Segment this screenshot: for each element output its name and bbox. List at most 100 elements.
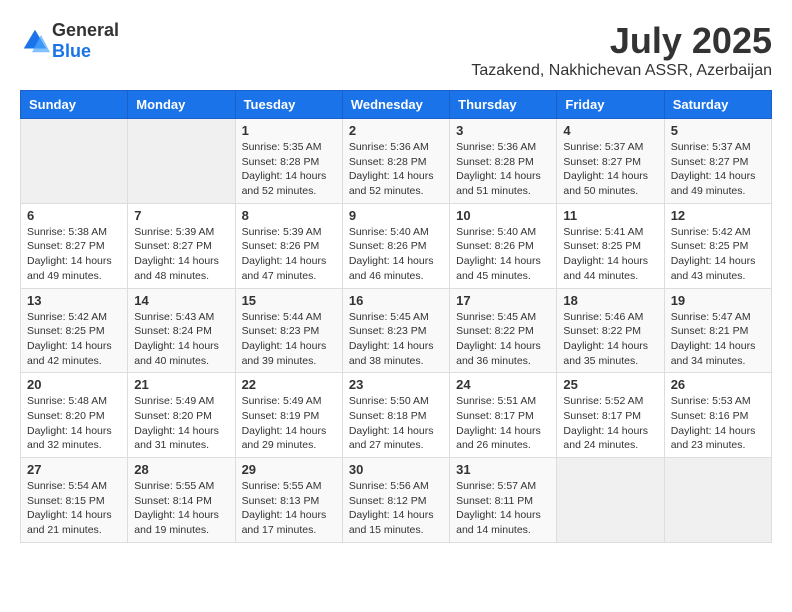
calendar-cell [664,458,771,543]
calendar-cell: 8Sunrise: 5:39 AMSunset: 8:26 PMDaylight… [235,203,342,288]
calendar-cell: 18 Sunrise: 5:46 AMSunset: 8:22 PMDayligh… [557,288,664,373]
calendar-cell: 24 Sunrise: 5:51 AMSunset: 8:17 PMDayligh… [450,373,557,458]
day-info: Sunrise: 5:50 AMSunset: 8:18 PMDaylight:… [349,394,443,453]
day-info: Sunrise: 5:49 AMSunset: 8:19 PMDaylight:… [242,394,336,453]
location-title: Tazakend, Nakhichevan ASSR, Azerbaijan [471,62,772,80]
day-number: 4 [563,123,657,138]
calendar-cell: 30 Sunrise: 5:56 AMSunset: 8:12 PMDayligh… [342,458,449,543]
day-info: Sunrise: 5:47 AMSunset: 8:21 PMDaylight:… [671,310,765,369]
day-number: 13 [27,293,121,308]
logo-general: General [52,20,119,40]
day-info: Sunrise: 5:39 AMSunset: 8:27 PMDaylight:… [134,225,228,284]
calendar-body: 1 Sunrise: 5:35 AMSunset: 8:28 PMDaylight… [21,119,772,543]
calendar-cell: 4 Sunrise: 5:37 AMSunset: 8:27 PMDaylight… [557,119,664,204]
day-number: 28 [134,462,228,477]
day-info: Sunrise: 5:38 AMSunset: 8:27 PMDaylight:… [27,225,121,284]
day-number: 29 [242,462,336,477]
day-info: Sunrise: 5:42 AMSunset: 8:25 PMDaylight:… [27,310,121,369]
day-info: Sunrise: 5:46 AMSunset: 8:22 PMDaylight:… [563,310,657,369]
day-info: Sunrise: 5:51 AMSunset: 8:17 PMDaylight:… [456,394,550,453]
calendar: SundayMondayTuesdayWednesdayThursdayFrid… [20,90,772,543]
day-info: Sunrise: 5:55 AMSunset: 8:14 PMDaylight:… [134,479,228,538]
day-info: Sunrise: 5:54 AMSunset: 8:15 PMDaylight:… [27,479,121,538]
calendar-cell: 29Sunrise: 5:55 AMSunset: 8:13 PMDayligh… [235,458,342,543]
day-info: Sunrise: 5:49 AMSunset: 8:20 PMDaylight:… [134,394,228,453]
calendar-cell: 7 Sunrise: 5:39 AMSunset: 8:27 PMDaylight… [128,203,235,288]
day-info: Sunrise: 5:52 AMSunset: 8:17 PMDaylight:… [563,394,657,453]
day-number: 21 [134,377,228,392]
day-number: 18 [563,293,657,308]
calendar-cell: 19Sunrise: 5:47 AMSunset: 8:21 PMDayligh… [664,288,771,373]
day-info: Sunrise: 5:40 AMSunset: 8:26 PMDaylight:… [349,225,443,284]
day-info: Sunrise: 5:41 AMSunset: 8:25 PMDaylight:… [563,225,657,284]
day-info: Sunrise: 5:45 AMSunset: 8:23 PMDaylight:… [349,310,443,369]
calendar-cell: 12Sunrise: 5:42 AMSunset: 8:25 PMDayligh… [664,203,771,288]
calendar-cell: 28 Sunrise: 5:55 AMSunset: 8:14 PMDayligh… [128,458,235,543]
calendar-cell: 1 Sunrise: 5:35 AMSunset: 8:28 PMDaylight… [235,119,342,204]
calendar-cell: 20Sunrise: 5:48 AMSunset: 8:20 PMDayligh… [21,373,128,458]
calendar-cell: 17Sunrise: 5:45 AMSunset: 8:22 PMDayligh… [450,288,557,373]
calendar-week-row: 13 Sunrise: 5:42 AMSunset: 8:25 PMDayligh… [21,288,772,373]
day-info: Sunrise: 5:42 AMSunset: 8:25 PMDaylight:… [671,225,765,284]
day-number: 24 [456,377,550,392]
day-info: Sunrise: 5:48 AMSunset: 8:20 PMDaylight:… [27,394,121,453]
day-number: 2 [349,123,443,138]
day-info: Sunrise: 5:43 AMSunset: 8:24 PMDaylight:… [134,310,228,369]
weekday-header: Friday [557,91,664,119]
calendar-cell: 10 Sunrise: 5:40 AMSunset: 8:26 PMDayligh… [450,203,557,288]
day-info: Sunrise: 5:57 AMSunset: 8:11 PMDaylight:… [456,479,550,538]
weekday-header: Saturday [664,91,771,119]
calendar-cell: 5 Sunrise: 5:37 AMSunset: 8:27 PMDaylight… [664,119,771,204]
calendar-cell: 16 Sunrise: 5:45 AMSunset: 8:23 PMDayligh… [342,288,449,373]
calendar-cell: 31Sunrise: 5:57 AMSunset: 8:11 PMDayligh… [450,458,557,543]
day-info: Sunrise: 5:37 AMSunset: 8:27 PMDaylight:… [671,140,765,199]
day-number: 15 [242,293,336,308]
calendar-week-row: 6 Sunrise: 5:38 AMSunset: 8:27 PMDaylight… [21,203,772,288]
calendar-cell: 6 Sunrise: 5:38 AMSunset: 8:27 PMDaylight… [21,203,128,288]
day-info: Sunrise: 5:53 AMSunset: 8:16 PMDaylight:… [671,394,765,453]
calendar-cell: 21 Sunrise: 5:49 AMSunset: 8:20 PMDayligh… [128,373,235,458]
calendar-cell: 25 Sunrise: 5:52 AMSunset: 8:17 PMDayligh… [557,373,664,458]
calendar-cell [128,119,235,204]
day-info: Sunrise: 5:56 AMSunset: 8:12 PMDaylight:… [349,479,443,538]
calendar-cell: 27 Sunrise: 5:54 AMSunset: 8:15 PMDayligh… [21,458,128,543]
weekday-header: Wednesday [342,91,449,119]
day-number: 11 [563,208,657,223]
weekday-header: Monday [128,91,235,119]
calendar-week-row: 20Sunrise: 5:48 AMSunset: 8:20 PMDayligh… [21,373,772,458]
day-number: 25 [563,377,657,392]
calendar-cell: 22Sunrise: 5:49 AMSunset: 8:19 PMDayligh… [235,373,342,458]
day-info: Sunrise: 5:40 AMSunset: 8:26 PMDaylight:… [456,225,550,284]
day-number: 26 [671,377,765,392]
title-area: July 2025 Tazakend, Nakhichevan ASSR, Az… [471,20,772,80]
day-number: 8 [242,208,336,223]
day-number: 10 [456,208,550,223]
day-number: 7 [134,208,228,223]
calendar-cell: 26 Sunrise: 5:53 AMSunset: 8:16 PMDayligh… [664,373,771,458]
calendar-cell: 3 Sunrise: 5:36 AMSunset: 8:28 PMDaylight… [450,119,557,204]
month-title: July 2025 [471,20,772,62]
day-number: 1 [242,123,336,138]
calendar-header-row: SundayMondayTuesdayWednesdayThursdayFrid… [21,91,772,119]
day-info: Sunrise: 5:35 AMSunset: 8:28 PMDaylight:… [242,140,336,199]
day-number: 3 [456,123,550,138]
day-info: Sunrise: 5:45 AMSunset: 8:22 PMDaylight:… [456,310,550,369]
day-info: Sunrise: 5:36 AMSunset: 8:28 PMDaylight:… [456,140,550,199]
day-number: 27 [27,462,121,477]
calendar-cell: 14Sunrise: 5:43 AMSunset: 8:24 PMDayligh… [128,288,235,373]
calendar-cell: 23Sunrise: 5:50 AMSunset: 8:18 PMDayligh… [342,373,449,458]
day-number: 30 [349,462,443,477]
day-number: 16 [349,293,443,308]
calendar-cell: 2Sunrise: 5:36 AMSunset: 8:28 PMDaylight… [342,119,449,204]
logo-icon [20,26,50,56]
calendar-cell: 13 Sunrise: 5:42 AMSunset: 8:25 PMDayligh… [21,288,128,373]
day-number: 6 [27,208,121,223]
day-info: Sunrise: 5:37 AMSunset: 8:27 PMDaylight:… [563,140,657,199]
day-number: 5 [671,123,765,138]
day-number: 9 [349,208,443,223]
day-info: Sunrise: 5:44 AMSunset: 8:23 PMDaylight:… [242,310,336,369]
weekday-header: Thursday [450,91,557,119]
calendar-cell [557,458,664,543]
weekday-header: Tuesday [235,91,342,119]
calendar-cell: 9 Sunrise: 5:40 AMSunset: 8:26 PMDaylight… [342,203,449,288]
